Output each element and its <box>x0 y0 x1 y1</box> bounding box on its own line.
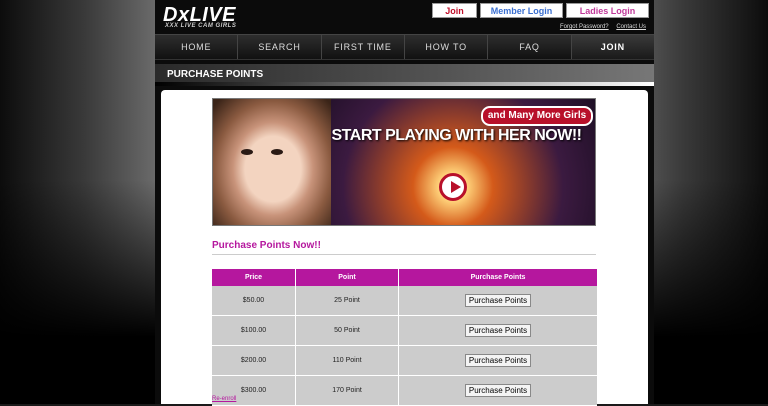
point-cell: 50 Point <box>295 315 399 346</box>
point-cell: 110 Point <box>295 345 399 376</box>
model-photo <box>213 99 331 225</box>
point-cell: 170 Point <box>295 375 399 406</box>
section-header: PURCHASE POINTS <box>155 64 654 86</box>
nav-how-to[interactable]: HOW TO <box>405 35 489 59</box>
purchase-points-button[interactable]: Purchase Points <box>464 354 532 367</box>
join-button[interactable]: Join <box>432 3 477 18</box>
forgot-password-link[interactable]: Forgot Password? <box>560 24 609 30</box>
nav-faq[interactable]: FAQ <box>488 35 572 59</box>
member-login-button[interactable]: Member Login <box>480 3 563 18</box>
banner-pill: and Many More Girls <box>481 106 593 126</box>
reenroll-link[interactable]: Re-enroll <box>212 396 236 402</box>
purchase-cell: Purchase Points <box>398 286 597 316</box>
section-divider <box>155 82 654 86</box>
column-header-point: Point <box>295 269 399 286</box>
background-left <box>0 0 155 404</box>
column-header-purchase: Purchase Points <box>398 269 597 286</box>
title-divider <box>212 254 596 255</box>
section-title: PURCHASE POINTS <box>167 69 264 80</box>
top-links: Forgot Password? Contact Us <box>554 24 646 30</box>
point-cell: 25 Point <box>295 286 399 316</box>
main-nav: HOME SEARCH FIRST TIME HOW TO FAQ JOIN <box>155 34 654 60</box>
purchase-cell: Purchase Points <box>398 315 597 346</box>
table-row: $300.00 170 Point Purchase Points <box>212 375 597 406</box>
price-cell: $50.00 <box>212 286 296 316</box>
purchase-points-button[interactable]: Purchase Points <box>464 324 532 337</box>
purchase-cell: Purchase Points <box>398 375 597 406</box>
promo-banner[interactable]: and Many More Girls START PLAYING WITH H… <box>212 98 596 226</box>
play-icon[interactable] <box>439 173 467 201</box>
ladies-login-button[interactable]: Ladies Login <box>566 3 649 18</box>
nav-first-time[interactable]: FIRST TIME <box>322 35 405 59</box>
main-content: and Many More Girls START PLAYING WITH H… <box>161 90 648 406</box>
price-cell: $100.00 <box>212 315 296 346</box>
purchase-points-button[interactable]: Purchase Points <box>464 294 532 307</box>
site-tagline: XXX LIVE CAM GIRLS <box>165 23 237 29</box>
table-row: $100.00 50 Point Purchase Points <box>212 315 597 346</box>
purchase-points-button[interactable]: Purchase Points <box>464 384 532 397</box>
contact-us-link[interactable]: Contact Us <box>616 24 646 30</box>
table-row: $200.00 110 Point Purchase Points <box>212 345 597 376</box>
price-cell: $200.00 <box>212 345 296 376</box>
purchase-cell: Purchase Points <box>398 345 597 376</box>
points-table: Price Point Purchase Points $50.00 25 Po… <box>212 269 597 406</box>
nav-join[interactable]: JOIN <box>571 35 654 59</box>
banner-headline: START PLAYING WITH HER NOW!! <box>331 127 582 144</box>
column-header-price: Price <box>212 269 296 286</box>
table-row: $50.00 25 Point Purchase Points <box>212 286 597 316</box>
site-logo[interactable]: DxLIVE <box>163 5 236 25</box>
purchase-title: Purchase Points Now!! <box>212 240 321 251</box>
page-wrapper: DxLIVE XXX LIVE CAM GIRLS Join Member Lo… <box>155 0 654 406</box>
nav-search[interactable]: SEARCH <box>238 35 322 59</box>
nav-home[interactable]: HOME <box>155 35 239 59</box>
